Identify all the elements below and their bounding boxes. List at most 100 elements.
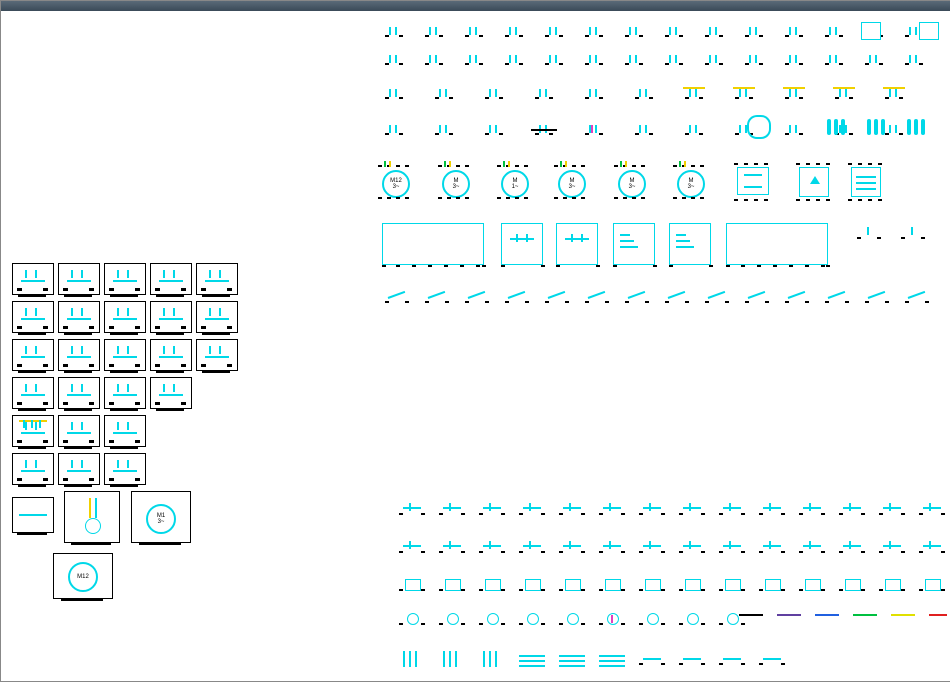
palette-thumb[interactable] bbox=[150, 339, 192, 371]
contact-symbol[interactable] bbox=[535, 123, 555, 137]
switch-symbol[interactable] bbox=[625, 289, 651, 305]
component-symbol[interactable] bbox=[799, 501, 827, 517]
inductor-group[interactable] bbox=[907, 119, 933, 137]
motor-m12-3ph[interactable]: M12 3~ bbox=[382, 170, 410, 198]
component-symbol[interactable] bbox=[599, 539, 627, 555]
device-box-4[interactable] bbox=[669, 223, 711, 265]
component-symbol[interactable] bbox=[679, 501, 707, 517]
component-symbol[interactable] bbox=[479, 651, 507, 667]
component-symbol[interactable] bbox=[439, 651, 467, 667]
component-symbol[interactable] bbox=[559, 651, 587, 667]
push-pull-symbol[interactable] bbox=[857, 227, 883, 241]
component-symbol[interactable] bbox=[599, 501, 627, 517]
thumb-motor-m12[interactable]: M12 bbox=[53, 553, 113, 599]
component-symbol[interactable] bbox=[399, 651, 427, 667]
wire-sample-yellow[interactable] bbox=[891, 614, 915, 616]
palette-thumb[interactable] bbox=[196, 301, 238, 333]
contact-symbol[interactable] bbox=[865, 53, 885, 67]
contact-symbol[interactable] bbox=[545, 53, 565, 67]
contact-symbol[interactable] bbox=[705, 53, 725, 67]
device-box-wide[interactable] bbox=[382, 223, 484, 265]
contact-symbol[interactable] bbox=[505, 25, 525, 39]
palette-thumb[interactable] bbox=[104, 263, 146, 295]
contact-symbol[interactable] bbox=[385, 25, 405, 39]
palette-thumb[interactable] bbox=[150, 263, 192, 295]
contact-symbol[interactable] bbox=[385, 53, 405, 67]
component-symbol[interactable] bbox=[759, 501, 787, 517]
component-symbol[interactable] bbox=[519, 651, 547, 667]
component-symbol[interactable] bbox=[719, 501, 747, 517]
contact-symbol[interactable] bbox=[425, 25, 445, 39]
contact-symbol[interactable] bbox=[785, 25, 805, 39]
palette-thumb[interactable] bbox=[12, 339, 54, 371]
coil-box-2[interactable] bbox=[919, 22, 939, 40]
component-symbol[interactable] bbox=[439, 539, 467, 555]
palette-thumb[interactable] bbox=[104, 415, 146, 447]
device-transformer[interactable] bbox=[737, 167, 769, 195]
component-symbol[interactable] bbox=[839, 539, 867, 555]
contact-symbol[interactable] bbox=[665, 53, 685, 67]
component-symbol[interactable] bbox=[479, 539, 507, 555]
contact-symbol[interactable] bbox=[825, 53, 845, 67]
motor-m-3ph-2[interactable]: M 3~ bbox=[558, 170, 586, 198]
motor-m-3ph-3[interactable]: M 3~ bbox=[618, 170, 646, 198]
palette-thumb[interactable] bbox=[58, 377, 100, 409]
contact-symbol[interactable] bbox=[465, 25, 485, 39]
palette-thumb[interactable] bbox=[58, 339, 100, 371]
switch-symbol[interactable] bbox=[745, 289, 771, 305]
component-symbol[interactable] bbox=[479, 577, 507, 593]
contact-symbol[interactable] bbox=[505, 53, 525, 67]
contact-symbol[interactable] bbox=[885, 87, 905, 101]
component-symbol[interactable] bbox=[559, 611, 587, 627]
contact-symbol[interactable] bbox=[535, 87, 555, 101]
component-symbol[interactable] bbox=[759, 539, 787, 555]
contact-symbol[interactable] bbox=[385, 123, 405, 137]
contact-symbol[interactable] bbox=[635, 123, 655, 137]
component-symbol[interactable] bbox=[719, 539, 747, 555]
coil-box-1[interactable] bbox=[861, 22, 881, 40]
contact-symbol[interactable] bbox=[685, 87, 705, 101]
palette-thumb[interactable] bbox=[12, 453, 54, 485]
contact-symbol[interactable] bbox=[785, 87, 805, 101]
contact-symbol[interactable] bbox=[825, 25, 845, 39]
inductor-group[interactable] bbox=[867, 119, 893, 137]
component-symbol[interactable] bbox=[919, 539, 947, 555]
switch-symbol[interactable] bbox=[545, 289, 571, 305]
component-symbol[interactable] bbox=[719, 577, 747, 593]
contact-symbol[interactable] bbox=[545, 25, 565, 39]
contact-symbol[interactable] bbox=[585, 87, 605, 101]
palette-thumb[interactable] bbox=[12, 415, 54, 447]
contact-symbol[interactable] bbox=[485, 123, 505, 137]
drawing-canvas[interactable]: /* rendered below via JS loops for compa… bbox=[1, 11, 950, 681]
component-symbol[interactable] bbox=[799, 539, 827, 555]
component-symbol[interactable] bbox=[439, 611, 467, 627]
switch-symbol[interactable] bbox=[785, 289, 811, 305]
device-box-3[interactable] bbox=[613, 223, 655, 265]
contact-symbol[interactable] bbox=[425, 53, 445, 67]
component-symbol[interactable] bbox=[679, 611, 707, 627]
component-symbol[interactable] bbox=[639, 611, 667, 627]
component-symbol[interactable] bbox=[479, 611, 507, 627]
palette-thumb[interactable] bbox=[150, 377, 192, 409]
component-symbol[interactable] bbox=[599, 611, 627, 627]
component-symbol[interactable] bbox=[879, 577, 907, 593]
palette-thumb[interactable] bbox=[104, 301, 146, 333]
component-symbol[interactable] bbox=[479, 501, 507, 517]
contact-symbol[interactable] bbox=[625, 53, 645, 67]
contact-symbol[interactable] bbox=[635, 87, 655, 101]
component-symbol[interactable] bbox=[679, 539, 707, 555]
contact-symbol[interactable] bbox=[385, 87, 405, 101]
contact-symbol[interactable] bbox=[485, 87, 505, 101]
thumb-motor-small[interactable] bbox=[12, 497, 54, 533]
palette-thumb[interactable] bbox=[104, 339, 146, 371]
switch-symbol[interactable] bbox=[705, 289, 731, 305]
contact-symbol[interactable] bbox=[705, 25, 725, 39]
component-symbol[interactable] bbox=[519, 577, 547, 593]
switch-symbol[interactable] bbox=[425, 289, 451, 305]
component-symbol[interactable] bbox=[439, 501, 467, 517]
contact-symbol[interactable] bbox=[465, 53, 485, 67]
inductor-group[interactable] bbox=[827, 119, 853, 137]
palette-thumb[interactable] bbox=[58, 263, 100, 295]
switch-symbol[interactable] bbox=[865, 289, 891, 305]
switch-symbol[interactable] bbox=[585, 289, 611, 305]
